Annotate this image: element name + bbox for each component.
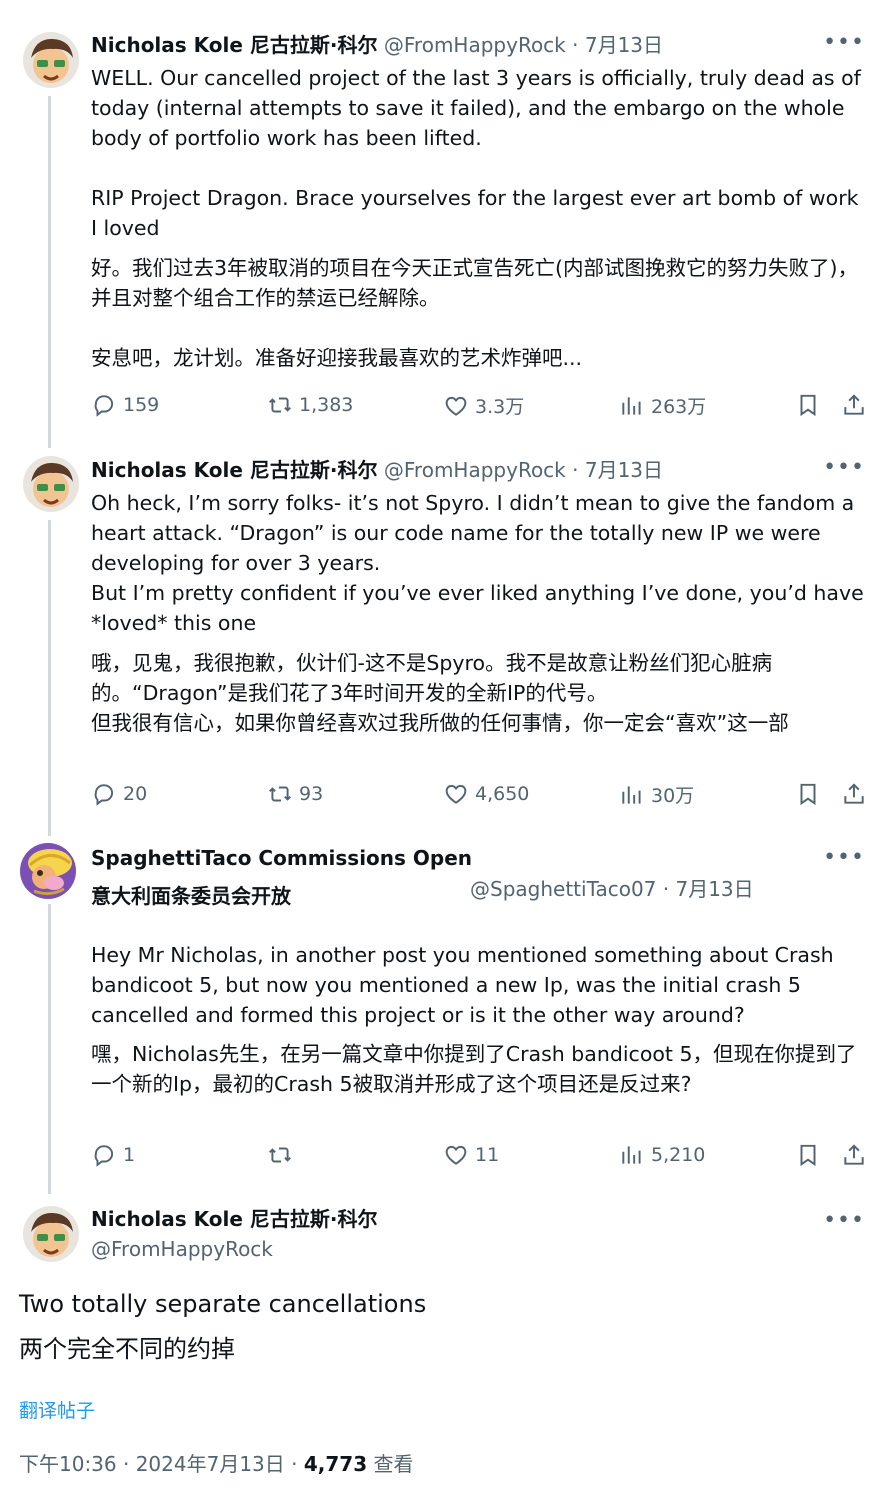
tweet-actions: 20 93 4,650 30万 [91, 781, 871, 811]
reply-icon [91, 1142, 117, 1168]
separator: · [662, 877, 670, 901]
reply-count: 20 [123, 783, 148, 805]
tweet-date[interactable]: 7月13日 [675, 877, 753, 901]
views-icon [619, 1142, 645, 1168]
author-handle[interactable]: @FromHappyRock [384, 33, 566, 57]
post-metadata: 下午10:36 · 2024年7月13日 · 4,773 查看 [19, 1448, 413, 1477]
like-icon [443, 781, 469, 807]
tweet-date[interactable]: 7月13日 [585, 33, 663, 57]
tweet-actions: 1 11 5,210 [91, 1142, 871, 1172]
author-name[interactable]: Nicholas Kole 尼古拉斯·科尔 [91, 458, 378, 482]
tweet-actions: 159 1,383 3.3万 263万 [91, 392, 871, 422]
reply-button[interactable]: 20 [91, 781, 147, 807]
repost-icon [267, 392, 293, 418]
bookmark-icon [795, 392, 821, 418]
repost-button[interactable] [267, 1142, 299, 1168]
like-count: 3.3万 [475, 396, 525, 418]
like-button[interactable]: 11 [443, 1142, 499, 1168]
avatar[interactable] [20, 843, 76, 899]
views-icon [619, 393, 645, 419]
avatar[interactable] [23, 456, 79, 512]
share-icon [841, 1142, 867, 1168]
repost-count: 93 [299, 783, 324, 805]
more-icon[interactable]: ••• [823, 1208, 865, 1233]
reply-count: 159 [123, 394, 160, 416]
views-button[interactable]: 30万 [619, 781, 694, 808]
more-icon[interactable]: ••• [823, 30, 865, 55]
tweet-date[interactable]: 7月13日 [585, 458, 663, 482]
repost-button[interactable]: 93 [267, 781, 323, 807]
views-count: 30万 [651, 785, 695, 807]
bookmark-button[interactable] [795, 1142, 827, 1168]
views-count: 263万 [651, 396, 707, 418]
avatar[interactable] [23, 32, 79, 88]
focused-tweet-translation: 两个完全不同的约掉 [19, 1335, 235, 1363]
tweet-translation: 嘿，Nicholas先生，在另一篇文章中你提到了Crash bandicoot … [91, 1042, 857, 1096]
like-count: 11 [475, 1144, 500, 1166]
more-icon[interactable]: ••• [823, 455, 865, 480]
bookmark-icon [795, 781, 821, 807]
tweet[interactable]: Nicholas Kole 尼古拉斯·科尔 @FromHappyRock · 7… [0, 0, 889, 450]
reply-button[interactable]: 1 [91, 1142, 135, 1168]
tweet-header-line2: 意大利面条委员会开放 [91, 883, 291, 909]
tweet-text: Oh heck, I’m sorry folks- it’s not Spyro… [91, 491, 864, 635]
views-icon [619, 782, 645, 808]
repost-count: 1,383 [299, 394, 354, 416]
views-count: 4,773 [303, 1452, 368, 1476]
tweet-translation: 哦，见鬼，我很抱歉，伙计们-这不是Spyro。我不是故意让粉丝们犯心脏病的。“D… [91, 651, 789, 735]
tweet-header: SpaghettiTaco Commissions Open [91, 845, 472, 871]
repost-icon [267, 1142, 293, 1168]
thread-line [48, 520, 51, 836]
repost-icon [267, 781, 293, 807]
author-name[interactable]: SpaghettiTaco Commissions Open [91, 846, 472, 870]
author-handle[interactable]: @SpaghettiTaco07 [470, 877, 656, 901]
focused-header: Nicholas Kole 尼古拉斯·科尔 @FromHappyRock [91, 1206, 378, 1262]
separator: · [572, 458, 579, 482]
share-button[interactable] [841, 781, 873, 807]
reply-icon [91, 781, 117, 807]
author-name[interactable]: Nicholas Kole 尼古拉斯·科尔 [91, 1206, 378, 1232]
author-name[interactable]: Nicholas Kole 尼古拉斯·科尔 [91, 33, 378, 57]
share-button[interactable] [841, 392, 873, 418]
focused-tweet-text: Two totally separate cancellations [19, 1290, 427, 1318]
share-icon [841, 392, 867, 418]
like-button[interactable]: 3.3万 [443, 392, 524, 419]
thread-line [48, 904, 51, 1194]
translate-post-link[interactable]: 翻译帖子 [19, 1396, 95, 1423]
tweet-header: Nicholas Kole 尼古拉斯·科尔 @FromHappyRock · 7… [91, 457, 663, 483]
tweet-header-meta: @SpaghettiTaco07 · 7月13日 [470, 876, 754, 902]
share-icon [841, 781, 867, 807]
views-label: 查看 [373, 1452, 414, 1476]
like-button[interactable]: 4,650 [443, 781, 529, 807]
bookmark-button[interactable] [795, 392, 827, 418]
like-count: 4,650 [475, 783, 530, 805]
tweet-header: Nicholas Kole 尼古拉斯·科尔 @FromHappyRock · 7… [91, 32, 663, 58]
author-handle[interactable]: @FromHappyRock [384, 458, 566, 482]
tweet-text: Hey Mr Nicholas, in another post you men… [91, 943, 841, 1027]
separator: · [572, 33, 579, 57]
views-count: 5,210 [651, 1144, 706, 1166]
more-icon[interactable]: ••• [823, 845, 865, 870]
avatar[interactable] [23, 1206, 79, 1262]
post-timestamp[interactable]: 下午10:36 · 2024年7月13日 · [19, 1452, 298, 1476]
tweet-text: WELL. Our cancelled project of the last … [91, 66, 861, 240]
share-button[interactable] [841, 1142, 873, 1168]
like-icon [443, 393, 469, 419]
views-button[interactable]: 5,210 [619, 1142, 705, 1168]
tweet-translation: 好。我们过去3年被取消的项目在今天正式宣告死亡(内部试图挽救它的努力失败了)，并… [91, 256, 859, 370]
author-name-translated[interactable]: 意大利面条委员会开放 [91, 884, 291, 908]
reply-icon [91, 392, 117, 418]
views-button[interactable]: 263万 [619, 392, 706, 419]
like-icon [443, 1142, 469, 1168]
reply-button[interactable]: 159 [91, 392, 159, 418]
author-handle[interactable]: @FromHappyRock [91, 1236, 378, 1262]
repost-button[interactable]: 1,383 [267, 392, 353, 418]
reply-count: 1 [123, 1144, 136, 1166]
bookmark-button[interactable] [795, 781, 827, 807]
bookmark-icon [795, 1142, 821, 1168]
